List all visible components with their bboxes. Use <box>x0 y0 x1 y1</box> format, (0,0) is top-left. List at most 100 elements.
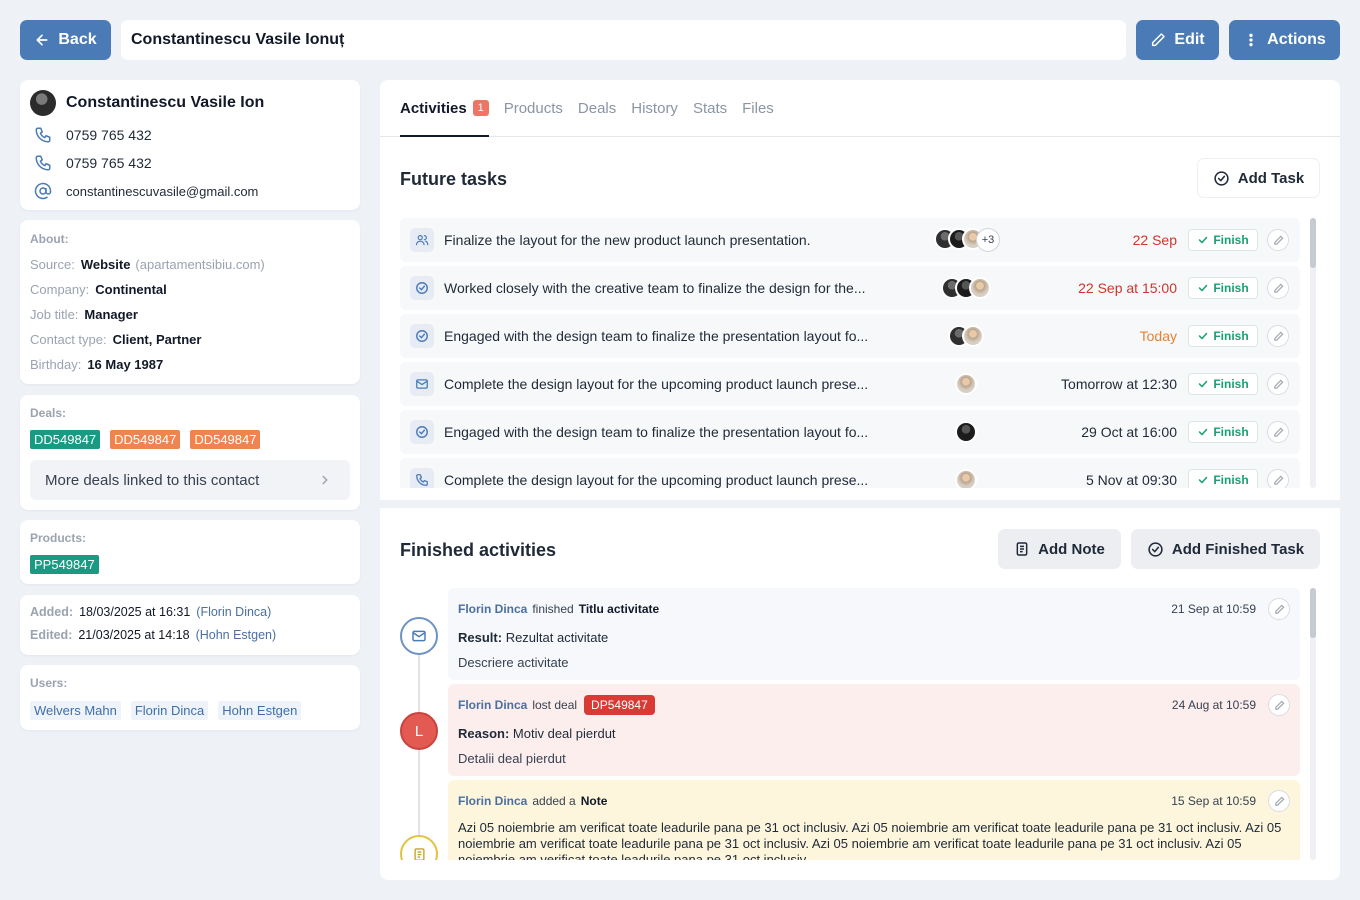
activity-user[interactable]: Florin Dinca <box>458 602 527 616</box>
edit-task-button[interactable] <box>1267 469 1289 488</box>
task-date: 22 Sep at 15:00 <box>1078 280 1177 296</box>
user-chip[interactable]: Hohn Estgen <box>218 701 302 720</box>
edit-task-button[interactable] <box>1267 325 1289 347</box>
task-text: Engaged with the design team to finalize… <box>444 328 869 344</box>
pencil-icon <box>1274 796 1284 806</box>
future-tasks-title: Future tasks <box>400 169 508 189</box>
finish-button[interactable]: Finish <box>1188 229 1258 251</box>
task-row[interactable]: Worked closely with the creative team to… <box>400 266 1300 310</box>
assignee-avatars <box>948 325 984 347</box>
task-row[interactable]: Complete the design layout for the upcom… <box>400 362 1300 406</box>
phone-icon <box>416 474 428 486</box>
note-body: Azi 05 noiembrie am verificat toate lead… <box>458 820 1282 860</box>
edit-activity-button[interactable] <box>1268 694 1290 716</box>
tab-activities[interactable]: Activities 1 <box>400 80 489 137</box>
edit-button[interactable]: Edit <box>1136 20 1219 60</box>
more-assignees: +3 <box>976 228 1000 252</box>
chevron-right-icon <box>322 475 328 485</box>
deal-tag[interactable]: DD549847 <box>190 430 261 449</box>
check-badge-icon <box>1214 170 1229 186</box>
task-row[interactable]: Complete the design layout for the upcom… <box>400 458 1300 488</box>
pencil-icon <box>1273 235 1283 245</box>
deal-tag[interactable]: DD549847 <box>30 430 101 449</box>
finish-button[interactable]: Finish <box>1188 469 1258 488</box>
pencil-icon <box>1274 604 1284 614</box>
company-row: Company: Continental <box>30 282 167 297</box>
note-icon <box>1016 542 1028 556</box>
product-tag[interactable]: PP549847 <box>30 555 99 574</box>
add-finished-task-button[interactable]: Add Finished Task <box>1131 529 1320 569</box>
tab-deals[interactable]: Deals <box>578 80 616 137</box>
check-icon <box>1199 476 1208 484</box>
finish-button[interactable]: Finish <box>1188 325 1258 347</box>
back-button[interactable]: Back <box>20 20 111 60</box>
activity-user[interactable]: Florin Dinca <box>458 794 527 808</box>
scroll-thumb[interactable] <box>1310 218 1316 268</box>
edit-activity-button[interactable] <box>1268 598 1290 620</box>
assignee-avatars: +3 <box>934 228 1000 252</box>
user-chip[interactable]: Welvers Mahn <box>30 701 121 720</box>
task-row[interactable]: Engaged with the design team to finalize… <box>400 410 1300 454</box>
check-circle-icon <box>416 426 428 438</box>
task-row[interactable]: Engaged with the design team to finalize… <box>400 314 1300 358</box>
phone-row[interactable]: 0759 765 432 <box>34 154 152 172</box>
more-deals-button[interactable]: More deals linked to this contact <box>30 460 350 500</box>
edit-task-button[interactable] <box>1267 229 1289 251</box>
finished-feed: L Florin Dinca finished Titlu activitate 2… <box>380 588 1340 860</box>
finish-button[interactable]: Finish <box>1188 373 1258 395</box>
check-circle-icon <box>416 282 428 294</box>
contact-name: Constantinescu Vasile Ion <box>66 94 265 111</box>
tab-bar: Activities 1 Products Deals History Stats… <box>380 80 1340 137</box>
users-card: Users: Welvers Mahn Florin Dinca Hohn Estg… <box>20 665 360 730</box>
pencil-icon <box>1274 700 1284 710</box>
deals-card: Deals: DD549847 DD549847 DD549847 More dea… <box>20 395 360 510</box>
check-icon <box>1199 236 1208 244</box>
activity-date: 21 Sep at 10:59 <box>1171 602 1256 616</box>
assignee-avatars <box>941 277 991 299</box>
finish-button[interactable]: Finish <box>1188 421 1258 443</box>
user-chip[interactable]: Florin Dinca <box>130 701 209 720</box>
tab-products[interactable]: Products <box>504 80 563 137</box>
activity-item: Florin Dinca finished Titlu activitate 21 … <box>448 588 1300 680</box>
edit-task-button[interactable] <box>1267 421 1289 443</box>
timeline-mail <box>400 617 438 655</box>
edit-task-button[interactable] <box>1267 373 1289 395</box>
users-icon <box>415 235 429 246</box>
activity-item: Florin Dinca added a Note 15 Sep at 10:59 … <box>448 780 1300 860</box>
add-task-button[interactable]: Add Task <box>1197 158 1320 198</box>
edit-activity-button[interactable] <box>1268 790 1290 812</box>
email-row[interactable]: constantinescuvasile@gmail.com <box>34 182 258 200</box>
task-row[interactable]: Finalize the layout for the new product … <box>400 218 1300 262</box>
activity-user[interactable]: Florin Dinca <box>458 698 527 712</box>
finished-activities-title: Finished activities <box>400 540 557 560</box>
scroll-thumb[interactable] <box>1310 588 1316 638</box>
edit-task-button[interactable] <box>1267 277 1289 299</box>
add-note-button[interactable]: Add Note <box>998 529 1121 569</box>
task-date: 22 Sep <box>1132 232 1177 248</box>
tab-history[interactable]: History <box>631 80 678 137</box>
task-text: Worked closely with the creative team to… <box>444 280 866 296</box>
check-icon <box>1199 332 1208 340</box>
future-task-list: Finalize the layout for the new product … <box>400 218 1300 488</box>
phone-number: 0759 765 432 <box>66 155 152 171</box>
feed-scrollbar[interactable] <box>1310 588 1316 860</box>
task-date: 5 Nov at 09:30 <box>1085 472 1177 488</box>
tab-stats[interactable]: Stats <box>693 80 727 137</box>
check-icon <box>1199 380 1208 388</box>
tasks-scrollbar[interactable] <box>1310 218 1316 488</box>
deal-chip[interactable]: DP549847 <box>584 695 655 715</box>
actions-button[interactable]: Actions <box>1229 20 1340 60</box>
deal-tag[interactable]: DD549847 <box>110 430 181 449</box>
products-heading: Products: <box>30 531 87 545</box>
finish-button[interactable]: Finish <box>1188 277 1258 299</box>
avatar <box>30 90 56 116</box>
pencil-icon <box>1273 475 1283 485</box>
pencil-icon <box>1273 331 1283 341</box>
phone-row[interactable]: 0759 765 432 <box>34 126 152 144</box>
pencil-icon <box>1152 33 1166 47</box>
more-deals-label: More deals linked to this contact <box>45 471 260 489</box>
tab-files[interactable]: Files <box>742 80 774 137</box>
assignee-avatars <box>955 421 977 443</box>
pencil-icon <box>1273 283 1283 293</box>
deals-heading: Deals: <box>30 406 67 420</box>
